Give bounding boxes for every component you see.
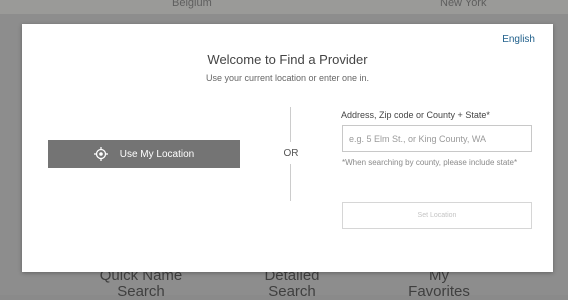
or-separator-label: OR — [283, 148, 299, 159]
vertical-divider-bottom — [290, 164, 291, 201]
find-provider-modal: English Welcome to Find a Provider Use y… — [22, 24, 553, 272]
address-field-label: Address, Zip code or County + State* — [341, 110, 490, 120]
use-my-location-label: Use My Location — [119, 148, 195, 160]
address-input[interactable] — [342, 125, 532, 152]
modal-subtitle: Use your current location or enter one i… — [205, 73, 370, 83]
background-nav-quick-name-search: Quick Name Search — [99, 267, 183, 300]
use-my-location-button[interactable]: Use My Location — [48, 140, 240, 168]
background-map-label-left: Belgium — [172, 0, 212, 9]
background-nav-detailed-search: Detailed Search — [264, 267, 320, 300]
set-location-button[interactable]: Set Location — [342, 202, 532, 229]
language-link[interactable]: English — [502, 34, 535, 45]
background-nav-my-favorites: My Favorites — [408, 267, 470, 300]
county-hint-text: *When searching by county, please includ… — [342, 158, 518, 167]
background-map-label-right: New York — [440, 0, 487, 9]
background-map-strip: Belgium New York — [0, 0, 568, 14]
modal-title: Welcome to Find a Provider — [207, 52, 368, 67]
vertical-divider-top — [290, 107, 291, 142]
crosshair-icon — [93, 147, 108, 161]
